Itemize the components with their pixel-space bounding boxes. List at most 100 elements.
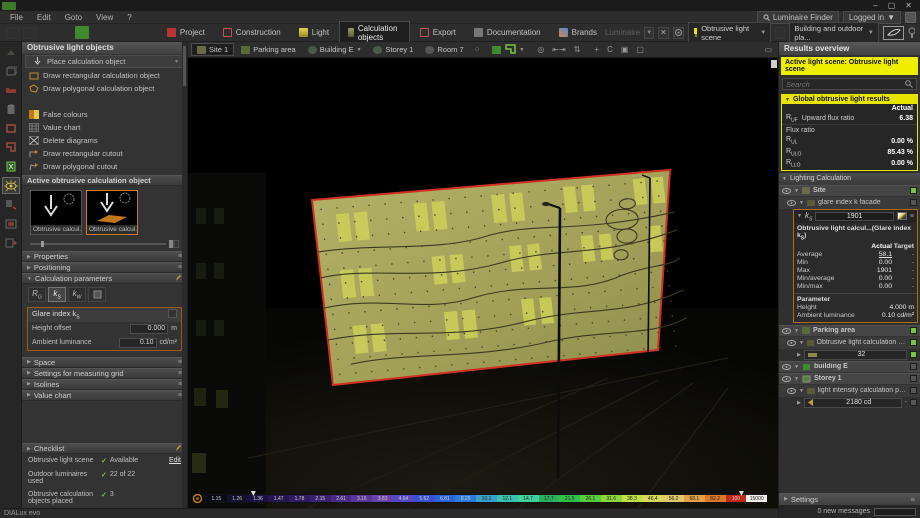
global-results-header[interactable]: ▼Global obtrusive light results xyxy=(782,95,917,104)
tab-documentation[interactable]: Documentation xyxy=(466,21,549,45)
menu-goto[interactable]: Goto xyxy=(59,12,88,23)
tree-building[interactable]: ▼ building E xyxy=(779,361,920,373)
tab-construction[interactable]: Construction xyxy=(215,21,289,45)
section-properties[interactable]: ▶Properties≡ xyxy=(22,251,187,262)
lamp-icon[interactable] xyxy=(908,27,915,39)
energy-eco-button[interactable] xyxy=(883,26,905,40)
section-positioning[interactable]: ▶Positioning≡ xyxy=(22,262,187,273)
rail-obtrusive-light-icon[interactable] xyxy=(2,177,20,194)
messages-count[interactable]: 0 new messages xyxy=(817,508,870,515)
tree-storey[interactable]: ▼ Storey 1 xyxy=(779,373,920,385)
surface-value-row[interactable]: ▶ 32 xyxy=(779,349,920,361)
search-input[interactable] xyxy=(786,80,905,89)
tool-draw-poly-calc-object[interactable]: Draw polygonal calculation object xyxy=(22,82,187,95)
eye-icon[interactable] xyxy=(787,388,796,394)
breadcrumb-room[interactable]: Room 7 xyxy=(420,44,468,55)
tool-value-chart[interactable]: Value chart xyxy=(22,121,187,134)
scene-edit-button[interactable] xyxy=(775,27,785,39)
menu-icon[interactable]: ≡ xyxy=(910,213,914,220)
param-tab-rg[interactable]: RG xyxy=(28,287,46,302)
tab-export[interactable]: Export xyxy=(412,21,464,45)
results-search[interactable] xyxy=(782,78,917,90)
fullscreen-icon[interactable]: ▭ xyxy=(761,45,775,54)
rail-assessment-icon[interactable] xyxy=(2,196,20,213)
ks-result-card[interactable]: ▼ kS 1901 ≡ Obtrusive light calcul...(Gl… xyxy=(793,209,918,323)
section-calculation-parameters[interactable]: ▼Calculation parameters xyxy=(22,273,187,284)
settings-gear-button[interactable] xyxy=(673,27,684,39)
tool-place-calculation-object[interactable]: Place calculation object ▼ xyxy=(25,55,184,68)
edit-link[interactable]: Edit xyxy=(169,457,181,464)
eye-icon[interactable] xyxy=(787,200,796,206)
rail-rooms-icon[interactable] xyxy=(2,63,20,80)
section-isolines[interactable]: ▶Isolines≡ xyxy=(22,379,187,390)
focus-icon[interactable]: ◎ xyxy=(534,45,547,54)
tab-brands[interactable]: Brands xyxy=(551,21,605,45)
tree-light-point[interactable]: ▼ light intensity calculation point xyxy=(779,385,920,397)
tool-delete-diagrams[interactable]: Delete diagrams xyxy=(22,134,187,147)
thumbnail-obtrusive-calc-2[interactable]: Obtrusive calcul... xyxy=(86,190,138,235)
left-panel-scrollbar[interactable] xyxy=(182,42,187,508)
delete-selection-button[interactable]: ✕ xyxy=(658,27,668,39)
falsecolor-preview-icon[interactable] xyxy=(897,212,907,220)
param-tab-ks[interactable]: kS xyxy=(48,287,66,302)
view-3d-button[interactable] xyxy=(491,44,503,55)
rail-luminaires-icon[interactable] xyxy=(2,44,20,61)
scale-settings-gear-icon[interactable] xyxy=(192,493,203,504)
ks-value-row[interactable]: ▼ kS 1901 ≡ xyxy=(794,210,917,224)
viewport[interactable]: Site 1 Parking area Building E▼ Storey 1… xyxy=(188,42,778,508)
light-point-value-row[interactable]: ▶ 2180 cd - xyxy=(779,397,920,409)
measure-icon[interactable]: ⇤⇥ xyxy=(549,45,568,54)
tree-parking-area[interactable]: ▼ Parking area xyxy=(779,325,920,337)
rail-column-icon[interactable] xyxy=(2,101,20,118)
menu-help[interactable]: ? xyxy=(121,12,137,23)
tree-site[interactable]: ▼ Site xyxy=(779,185,920,197)
rail-construction-icon[interactable] xyxy=(2,120,20,137)
section-measuring-grid[interactable]: ▶Settings for measuring grid≡ xyxy=(22,368,187,379)
thumbnail-obtrusive-calc-1[interactable]: Obtrusive calcul... xyxy=(30,190,82,235)
menu-file[interactable]: File xyxy=(4,12,29,23)
tool-draw-rect-calc-object[interactable]: Draw rectangular calculation object xyxy=(22,69,187,82)
move-icon[interactable]: + xyxy=(591,45,602,54)
close-button[interactable]: ✕ xyxy=(905,1,912,10)
activity-profile-select[interactable]: Building and outdoor pla...▼ xyxy=(789,22,878,44)
vertical-measure-icon[interactable]: ⇅ xyxy=(571,45,584,54)
height-offset-input[interactable]: 0.000 xyxy=(130,324,168,334)
eye-icon[interactable] xyxy=(782,376,791,382)
chevron-down-icon[interactable]: ▼ xyxy=(519,47,524,53)
select-rect-icon[interactable]: ▢ xyxy=(633,45,647,54)
rail-calculation-surface-icon[interactable] xyxy=(2,158,20,175)
breadcrumb-site[interactable]: Site 1 xyxy=(191,43,234,56)
menu-view[interactable]: View xyxy=(90,12,119,23)
eye-icon[interactable] xyxy=(782,188,791,194)
section-space[interactable]: ▶Space≡ xyxy=(22,357,187,368)
rail-floorplan-icon[interactable] xyxy=(2,139,20,156)
section-value-chart[interactable]: ▶Value chart≡ xyxy=(22,390,187,401)
view-plan-button[interactable] xyxy=(505,44,517,55)
tool-false-colours[interactable]: False colours xyxy=(22,108,187,121)
grid-snap-icon[interactable]: ⁘ xyxy=(471,45,484,54)
obtrusive-calculation-surface[interactable] xyxy=(312,170,690,385)
breadcrumb-building[interactable]: Building E▼ xyxy=(303,44,367,55)
section-checklist[interactable]: ▶Checklist xyxy=(22,443,187,454)
maximize-button[interactable]: ▢ xyxy=(888,1,896,10)
tree-obtrusive-surface[interactable]: ▼ Obtrusive light calculation surface 3 xyxy=(779,337,920,349)
eye-icon[interactable] xyxy=(787,340,796,346)
render-camera-icon[interactable] xyxy=(75,26,89,39)
tree-glare-facade[interactable]: ▼ glare index k facade xyxy=(779,197,920,209)
tab-light[interactable]: Light xyxy=(291,21,337,45)
breadcrumb-storey[interactable]: Storey 1 xyxy=(368,44,418,55)
luminaire-list-dropdown[interactable]: ▼ xyxy=(644,27,654,39)
rotate-icon[interactable]: C xyxy=(604,45,616,54)
tree-lighting-calculation[interactable]: ▼Lighting Calculation xyxy=(779,173,920,185)
tool-draw-poly-cutout[interactable]: Draw polygonal cutout xyxy=(22,160,187,173)
param-tab-kw[interactable]: kW xyxy=(68,287,86,302)
eye-icon[interactable] xyxy=(782,328,791,334)
tab-project[interactable]: Project xyxy=(159,21,213,45)
menu-edit[interactable]: Edit xyxy=(31,12,57,23)
settings-bar[interactable]: ▶Settings≡ xyxy=(779,493,920,505)
param-tab-surface[interactable] xyxy=(88,287,106,302)
viewport-3d-scene[interactable] xyxy=(188,58,778,508)
undo-icon[interactable] xyxy=(6,27,20,39)
zoom-window-icon[interactable]: ▣ xyxy=(618,45,632,54)
rail-picture-icon[interactable] xyxy=(2,215,20,232)
